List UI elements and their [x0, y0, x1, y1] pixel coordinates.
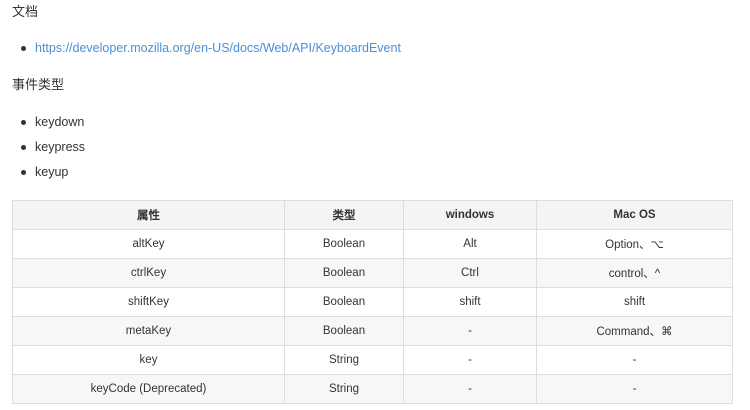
column-header-property: 属性 — [12, 200, 285, 230]
table-header-row: 属性 类型 windows Mac OS — [12, 200, 733, 230]
table-row: altKey Boolean Alt Option、⌥ — [12, 229, 733, 259]
column-header-macos: Mac OS — [536, 200, 733, 230]
cell-type: Boolean — [284, 316, 404, 346]
cell-macos: shift — [536, 287, 733, 317]
table-row: metaKey Boolean - Command、⌘ — [12, 316, 733, 346]
cell-property: shiftKey — [12, 287, 285, 317]
cell-windows: shift — [403, 287, 537, 317]
list-item: keydown — [20, 114, 85, 139]
cell-macos: Command、⌘ — [536, 316, 733, 346]
cell-type: Boolean — [284, 229, 404, 259]
cell-property: altKey — [12, 229, 285, 259]
list-item: keyup — [20, 164, 85, 189]
cell-type: String — [284, 374, 404, 404]
cell-macos: - — [536, 374, 733, 404]
column-header-windows: windows — [403, 200, 537, 230]
cell-type: Boolean — [284, 287, 404, 317]
mdn-keyboardevent-link[interactable]: https://developer.mozilla.org/en-US/docs… — [35, 41, 401, 55]
cell-windows: - — [403, 316, 537, 346]
cell-windows: - — [403, 374, 537, 404]
cell-property: key — [12, 345, 285, 375]
table-row: key String - - — [12, 345, 733, 375]
table-row: ctrlKey Boolean Ctrl control、^ — [12, 258, 733, 288]
cell-windows: Ctrl — [403, 258, 537, 288]
event-types-heading: 事件类型 — [12, 77, 65, 92]
column-header-type: 类型 — [284, 200, 404, 230]
cell-windows: - — [403, 345, 537, 375]
docs-link-list: https://developer.mozilla.org/en-US/docs… — [20, 40, 401, 65]
docs-heading: 文档 — [12, 4, 39, 19]
keyboard-event-property-table: 属性 类型 windows Mac OS altKey Boolean Alt … — [12, 200, 733, 404]
table-row: shiftKey Boolean shift shift — [12, 287, 733, 317]
cell-macos: - — [536, 345, 733, 375]
cell-type: Boolean — [284, 258, 404, 288]
cell-property: ctrlKey — [12, 258, 285, 288]
cell-property: keyCode (Deprecated) — [12, 374, 285, 404]
cell-macos: Option、⌥ — [536, 229, 733, 259]
event-types-list: keydown keypress keyup — [20, 114, 85, 189]
cell-windows: Alt — [403, 229, 537, 259]
cell-type: String — [284, 345, 404, 375]
list-item: keypress — [20, 139, 85, 164]
cell-macos: control、^ — [536, 258, 733, 288]
table-row: keyCode (Deprecated) String - - — [12, 374, 733, 404]
cell-property: metaKey — [12, 316, 285, 346]
list-item: https://developer.mozilla.org/en-US/docs… — [20, 40, 401, 65]
